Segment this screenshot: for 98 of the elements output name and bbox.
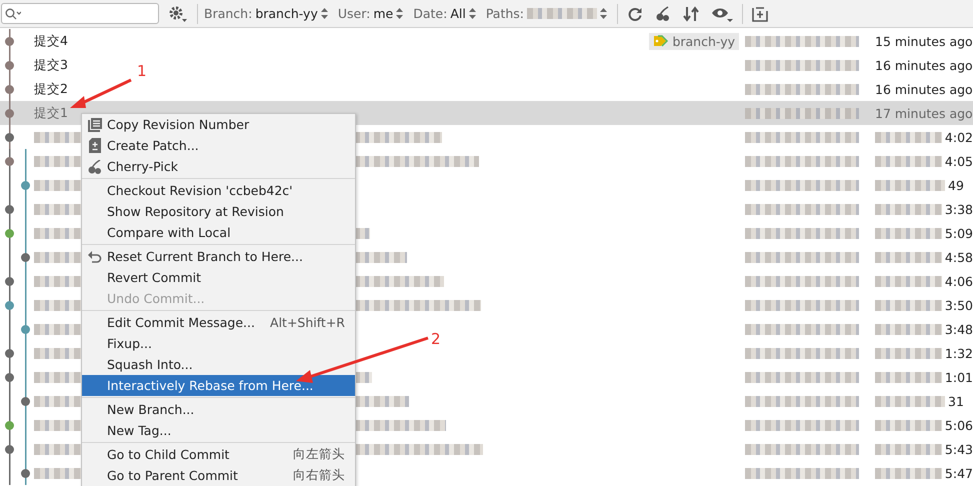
- filter-dropdown[interactable]: Branch: branch-yy: [204, 6, 328, 21]
- blurred-date: [875, 420, 942, 430]
- blurred-date: [875, 468, 942, 478]
- commit-date: 31: [948, 394, 964, 408]
- menu-item[interactable]: Copy Revision Number: [82, 114, 355, 135]
- settings-icon[interactable]: [168, 4, 188, 22]
- filter-dropdown[interactable]: User: me: [338, 6, 404, 21]
- blurred-date: [875, 180, 945, 190]
- filter-dropdown[interactable]: Date: All: [413, 6, 476, 21]
- commit-node-icon: [5, 300, 14, 310]
- commit-date: 1:01: [944, 370, 973, 384]
- sort-icon[interactable]: [683, 6, 699, 22]
- commit-date: 16 minutes ago: [875, 82, 973, 96]
- commit-date: 5:09: [944, 226, 973, 240]
- commit-date: 5:06: [944, 418, 973, 432]
- filter-dropdown[interactable]: Paths:: [486, 6, 607, 21]
- commit-subject: 提交4: [34, 32, 68, 50]
- dropdown-arrows-icon: [320, 8, 328, 19]
- branch-tag: branch-yy: [649, 32, 739, 50]
- commit-subject: 提交2: [34, 80, 68, 98]
- menu-item[interactable]: Go to Parent Commit 向右箭头: [82, 465, 355, 486]
- tag-icon: [653, 35, 670, 47]
- dropdown-arrows-icon: [600, 8, 607, 19]
- dropdown-arrows-icon: [396, 8, 404, 19]
- commit-node-icon: [5, 204, 14, 214]
- menu-item[interactable]: Create Patch...: [82, 135, 355, 156]
- menu-item[interactable]: Show Repository at Revision: [82, 201, 355, 222]
- annotation-number: 2: [431, 330, 441, 348]
- blurred-date: [875, 132, 942, 142]
- add-pane-icon[interactable]: [752, 6, 768, 22]
- commit-node-icon: [5, 444, 14, 454]
- blurred-date: [875, 276, 942, 286]
- annotation-number: 1: [137, 62, 147, 80]
- commit-node-icon: [21, 252, 30, 262]
- annotation-arrow: [70, 78, 132, 108]
- copy-icon: [88, 118, 102, 132]
- menu-item[interactable]: New Branch...: [82, 399, 355, 420]
- commit-date: 17 minutes ago: [875, 106, 973, 120]
- eye-icon[interactable]: [711, 6, 733, 22]
- commit-subject: 提交1: [34, 104, 68, 122]
- menu-item[interactable]: Interactively Rebase from Here...: [82, 375, 355, 396]
- blurred-date: [875, 300, 942, 310]
- commit-date: 16 minutes ago: [875, 58, 973, 72]
- menu-item[interactable]: Fixup...: [82, 333, 355, 354]
- menu-item[interactable]: Checkout Revision 'ccbeb42c': [82, 180, 355, 201]
- menu-item[interactable]: Go to Child Commit 向左箭头: [82, 444, 355, 465]
- commit-date: 4:02: [944, 130, 973, 144]
- search-field[interactable]: [1, 3, 159, 24]
- commit-node-icon: [5, 108, 14, 118]
- commit-node-icon: [5, 348, 14, 358]
- commit-date: 4:05: [944, 154, 973, 168]
- cherry-icon: [88, 160, 102, 174]
- blurred-date: [875, 252, 942, 262]
- commit-node-icon: [5, 84, 14, 94]
- commit-node-icon: [5, 36, 14, 46]
- commit-node-icon: [5, 420, 14, 430]
- commit-date: 3:50: [944, 298, 973, 312]
- commit-node-icon: [5, 60, 14, 70]
- menu-item[interactable]: Revert Commit: [82, 267, 355, 288]
- commit-date: 15 minutes ago: [875, 34, 973, 48]
- commit-date: 4:06: [944, 274, 973, 288]
- commit-subject: 提交3: [34, 56, 68, 74]
- blurred-date: [875, 444, 942, 454]
- blurred-date: [875, 396, 945, 406]
- commit-node-icon: [5, 228, 14, 238]
- commit-date: 4:58: [944, 250, 973, 264]
- commit-node-icon: [5, 276, 14, 286]
- patch-file-icon: [88, 138, 100, 153]
- blurred-date: [875, 228, 942, 238]
- menu-item[interactable]: Cherry-Pick: [82, 156, 355, 177]
- commit-node-icon: [21, 396, 30, 406]
- commit-node-icon: [5, 372, 14, 382]
- commit-node-icon: [5, 132, 14, 142]
- blurred-date: [875, 204, 942, 214]
- menu-item[interactable]: Reset Current Branch to Here...: [82, 246, 355, 267]
- dropdown-arrows-icon: [468, 8, 476, 19]
- commit-node-icon: [21, 180, 30, 190]
- search-icon: [5, 8, 21, 20]
- blurred-date: [875, 372, 942, 382]
- menu-item[interactable]: Squash Into...: [82, 354, 355, 375]
- blurred-date: [875, 156, 942, 166]
- blurred-date: [875, 324, 942, 334]
- commit-date: 3:38: [944, 202, 973, 216]
- commit-node-icon: [21, 324, 30, 334]
- commit-date: 49: [948, 178, 964, 192]
- commit-node-icon: [21, 468, 30, 478]
- blurred-date: [875, 348, 942, 358]
- menu-item[interactable]: New Tag...: [82, 420, 355, 441]
- commit-date: 5:47: [944, 466, 973, 480]
- refresh-icon[interactable]: [627, 6, 643, 22]
- commit-node-icon: [5, 156, 14, 166]
- cherry-icon[interactable]: [655, 6, 671, 22]
- menu-item[interactable]: Edit Commit Message... Alt+Shift+R: [82, 312, 355, 333]
- menu-item[interactable]: Compare with Local: [82, 222, 355, 243]
- commit-date: 5:43: [944, 442, 973, 456]
- commit-date: 1:32: [944, 346, 973, 360]
- commit-date: 3:48: [944, 322, 973, 336]
- undo-icon: [88, 250, 102, 262]
